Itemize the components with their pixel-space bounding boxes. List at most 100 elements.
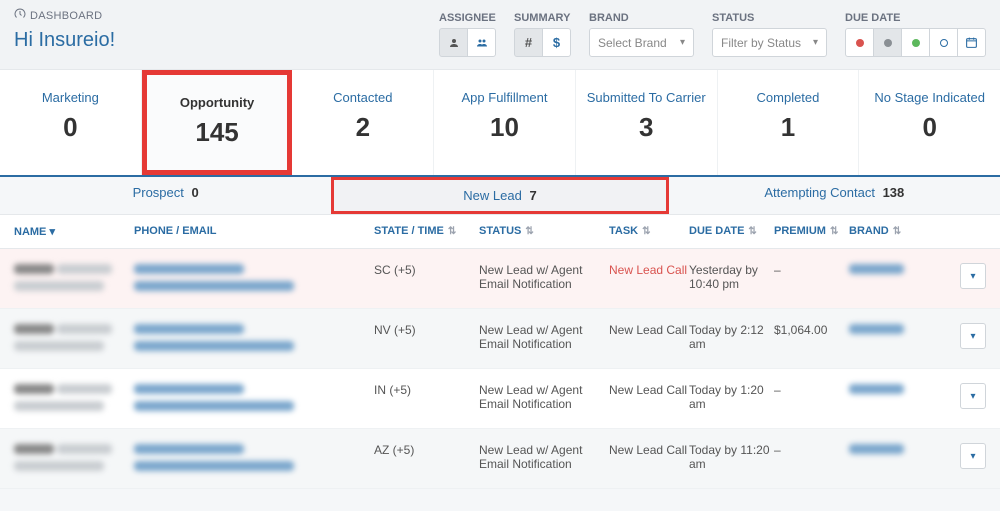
table-row[interactable]: SC (+5) New Lead w/ Agent Email Notifica… [0, 249, 1000, 309]
substage-new-lead[interactable]: New Lead 7 [331, 177, 668, 214]
stage-contacted[interactable]: Contacted2 [292, 70, 434, 175]
stage-label: Contacted [298, 90, 427, 106]
summary-money-button[interactable]: $ [542, 28, 571, 57]
cell-premium: – [774, 443, 849, 457]
summary-label: SUMMARY [514, 12, 571, 24]
cell-task: New Lead Call [609, 263, 689, 277]
cell-brand [849, 323, 929, 337]
due-future-button[interactable] [929, 28, 958, 57]
substage-count: 7 [529, 188, 536, 203]
cell-status: New Lead w/ Agent Email Notification [479, 323, 609, 351]
gray-dot-icon [884, 39, 892, 47]
col-contact: PHONE / EMAIL [134, 225, 374, 238]
breadcrumb: DASHBOARD [14, 8, 115, 23]
cell-name [14, 323, 134, 354]
cell-state: AZ (+5) [374, 443, 479, 457]
stage-label: Submitted To Carrier [582, 90, 711, 106]
assignee-label: ASSIGNEE [439, 12, 496, 24]
cell-brand [849, 443, 929, 457]
top-bar: DASHBOARD Hi Insureio! ASSIGNEE SUMMARY … [0, 0, 1000, 70]
sort-arrows-icon: ⇅ [642, 226, 650, 237]
stage-count: 1 [724, 112, 853, 143]
stage-label: App Fulfillment [440, 90, 569, 106]
col-task[interactable]: TASK⇅ [609, 225, 689, 238]
duedate-label: DUE DATE [845, 12, 986, 24]
due-today-button[interactable] [873, 28, 902, 57]
stage-no-stage-indicated[interactable]: No Stage Indicated 0 [859, 70, 1000, 175]
col-state[interactable]: STATE / TIME⇅ [374, 225, 479, 238]
col-premium[interactable]: PREMIUM⇅ [774, 225, 849, 238]
assignee-filter: ASSIGNEE [439, 12, 496, 57]
assignee-team-button[interactable] [467, 28, 496, 57]
col-status[interactable]: STATUS⇅ [479, 225, 609, 238]
cell-name [14, 263, 134, 294]
sort-arrows-icon: ⇅ [448, 226, 456, 237]
cell-status: New Lead w/ Agent Email Notification [479, 383, 609, 411]
stage-label: Marketing [6, 90, 135, 106]
due-overdue-button[interactable] [845, 28, 874, 57]
brand-select[interactable]: Select Brand [589, 28, 694, 57]
stage-count: 3 [582, 112, 711, 143]
cell-state: SC (+5) [374, 263, 479, 277]
cell-due: Today by 1:20 am [689, 383, 774, 411]
stage-completed[interactable]: Completed1 [718, 70, 860, 175]
status-select[interactable]: Filter by Status [712, 28, 827, 57]
cell-task: New Lead Call [609, 383, 689, 397]
stage-submitted-to-carrier[interactable]: Submitted To Carrier 3 [576, 70, 718, 175]
substage-label: New Lead [463, 188, 522, 203]
due-calendar-button[interactable] [957, 28, 986, 57]
breadcrumb-text: DASHBOARD [30, 10, 102, 22]
cell-contact [134, 383, 374, 414]
table-header: NAME ▾ PHONE / EMAIL STATE / TIME⇅ STATU… [0, 215, 1000, 249]
row-actions-dropdown[interactable]: ▾ [960, 443, 986, 469]
substage-label: Attempting Contact [764, 185, 875, 200]
substage-prospect[interactable]: Prospect 0 [0, 177, 331, 214]
table-row[interactable]: NV (+5) New Lead w/ Agent Email Notifica… [0, 309, 1000, 369]
sort-arrows-icon: ⇅ [893, 226, 901, 237]
cell-state: IN (+5) [374, 383, 479, 397]
cell-premium: – [774, 263, 849, 277]
stage-count: 0 [6, 112, 135, 143]
col-due[interactable]: DUE DATE⇅ [689, 225, 774, 238]
sort-arrows-icon: ⇅ [830, 226, 838, 237]
stage-label: Opportunity [153, 95, 282, 111]
red-dot-icon [856, 39, 864, 47]
table-row[interactable]: IN (+5) New Lead w/ Agent Email Notifica… [0, 369, 1000, 429]
stage-label: No Stage Indicated [865, 90, 994, 106]
stage-count: 10 [440, 112, 569, 143]
cell-task: New Lead Call [609, 323, 689, 337]
stage-opportunity[interactable]: Opportunity145 [142, 70, 293, 175]
substage-label: Prospect [133, 185, 184, 200]
col-name[interactable]: NAME ▾ [14, 225, 134, 238]
row-actions-dropdown[interactable]: ▾ [960, 323, 986, 349]
cell-due: Today by 2:12 am [689, 323, 774, 351]
table-row[interactable]: AZ (+5) New Lead w/ Agent Email Notifica… [0, 429, 1000, 489]
due-upcoming-button[interactable] [901, 28, 930, 57]
brand-label: BRAND [589, 12, 694, 24]
row-actions-dropdown[interactable]: ▾ [960, 383, 986, 409]
summary-count-button[interactable]: # [514, 28, 543, 57]
cell-premium: $1,064.00 [774, 323, 849, 337]
cell-contact [134, 323, 374, 354]
substage-attempting-contact[interactable]: Attempting Contact 138 [669, 177, 1000, 214]
row-actions-dropdown[interactable]: ▾ [960, 263, 986, 289]
cell-name [14, 383, 134, 414]
cell-status: New Lead w/ Agent Email Notification [479, 263, 609, 291]
stage-app-fulfillment[interactable]: App Fulfillment 10 [434, 70, 576, 175]
cell-state: NV (+5) [374, 323, 479, 337]
filters-row: ASSIGNEE SUMMARY # $ BRAND Select Brand … [439, 12, 986, 57]
substage-count: 138 [883, 185, 905, 200]
green-dot-icon [912, 39, 920, 47]
cell-contact [134, 443, 374, 474]
status-filter: STATUS Filter by Status [712, 12, 827, 57]
cell-premium: – [774, 383, 849, 397]
page-title: Hi Insureio! [14, 29, 115, 52]
stage-marketing[interactable]: Marketing 0 [0, 70, 142, 175]
gauge-icon [14, 8, 26, 23]
cell-contact [134, 263, 374, 294]
col-brand[interactable]: BRAND⇅ [849, 225, 929, 238]
stage-count: 0 [865, 112, 994, 143]
assignee-self-button[interactable] [439, 28, 468, 57]
cell-name [14, 443, 134, 474]
pipeline-substages: Prospect 0New Lead 7Attempting Contact 1… [0, 177, 1000, 215]
